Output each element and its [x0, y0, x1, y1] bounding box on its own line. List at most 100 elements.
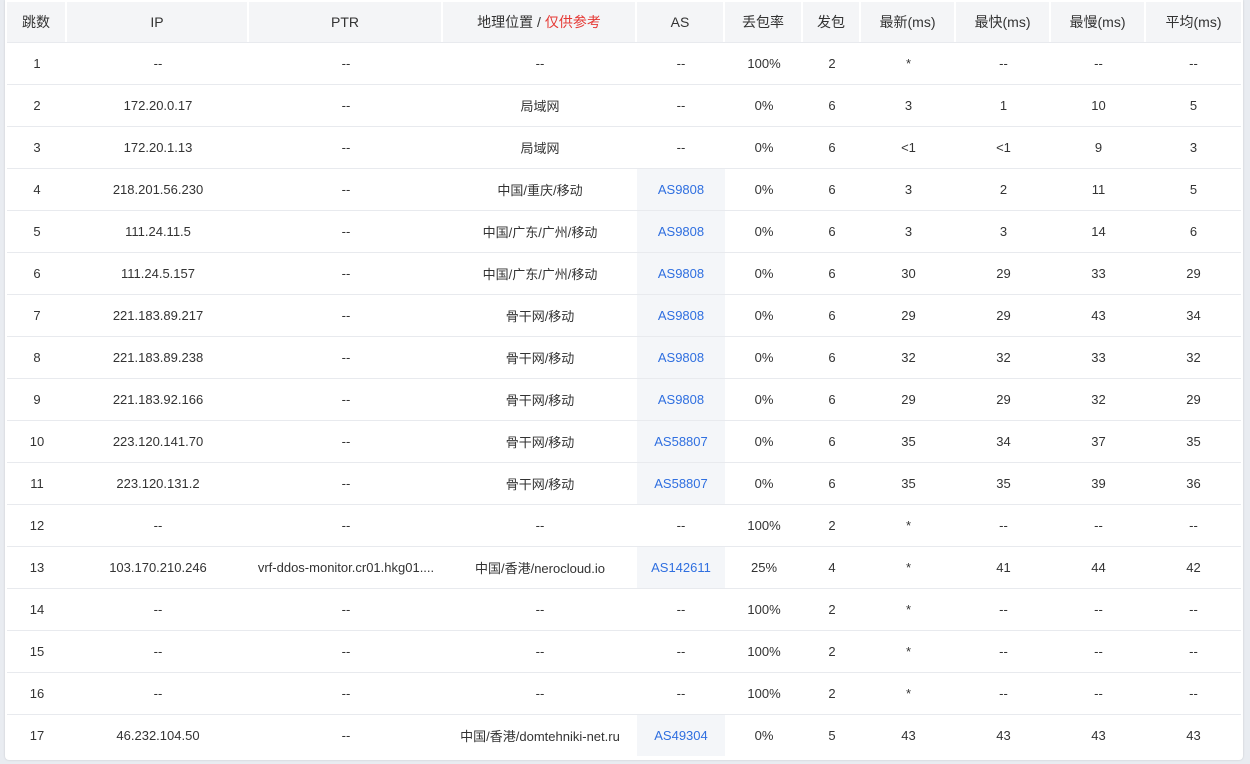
ip-cell: 223.120.131.2	[67, 462, 249, 504]
best-cell: 29	[956, 252, 1051, 294]
worst-cell: --	[1051, 588, 1146, 630]
loss-cell: 0%	[725, 294, 803, 336]
sent-cell: 6	[803, 84, 861, 126]
ip-cell: --	[67, 588, 249, 630]
geo-cell: 骨干网/移动	[443, 294, 637, 336]
as-cell: --	[637, 84, 725, 126]
loss-cell: 0%	[725, 210, 803, 252]
best-cell: --	[956, 672, 1051, 714]
ip-cell: 223.120.141.70	[67, 420, 249, 462]
table-row: 17 46.232.104.50 -- 中国/香港/domtehniki-net.ru…	[7, 714, 1241, 756]
ptr-cell: --	[249, 714, 443, 756]
ptr-cell: --	[249, 378, 443, 420]
as-link[interactable]: AS9808	[637, 294, 725, 336]
sent-cell: 6	[803, 210, 861, 252]
avg-cell: 29	[1146, 252, 1241, 294]
header-best: 最快(ms)	[956, 2, 1051, 42]
loss-cell: 100%	[725, 42, 803, 84]
sent-cell: 6	[803, 126, 861, 168]
geo-cell: 中国/香港/nerocloud.io	[443, 546, 637, 588]
as-link[interactable]: AS9808	[637, 378, 725, 420]
as-link[interactable]: AS49304	[637, 714, 725, 756]
hop-cell: 5	[7, 210, 67, 252]
as-link[interactable]: AS9808	[637, 168, 725, 210]
hop-cell: 16	[7, 672, 67, 714]
last-cell: 29	[861, 294, 956, 336]
ip-cell: 218.201.56.230	[67, 168, 249, 210]
loss-cell: 100%	[725, 504, 803, 546]
as-link[interactable]: AS9808	[637, 252, 725, 294]
worst-cell: 43	[1051, 714, 1146, 756]
as-link[interactable]: AS58807	[637, 462, 725, 504]
header-worst: 最慢(ms)	[1051, 2, 1146, 42]
header-ip: IP	[67, 2, 249, 42]
header-geo-label: 地理位置	[477, 14, 534, 30]
header-geo-separator: /	[533, 14, 545, 30]
ptr-cell: --	[249, 588, 443, 630]
as-link[interactable]: AS9808	[637, 210, 725, 252]
traceroute-results-card: 跳数 IP PTR 地理位置 / 仅供参考 AS 丢包率 发包 最新(ms) 最…	[5, 0, 1243, 760]
as-link[interactable]: AS142611	[637, 546, 725, 588]
loss-cell: 0%	[725, 126, 803, 168]
ip-cell: 111.24.5.157	[67, 252, 249, 294]
last-cell: *	[861, 42, 956, 84]
as-cell: --	[637, 126, 725, 168]
last-cell: 35	[861, 420, 956, 462]
last-cell: 3	[861, 210, 956, 252]
loss-cell: 25%	[725, 546, 803, 588]
geo-cell: --	[443, 672, 637, 714]
worst-cell: 14	[1051, 210, 1146, 252]
ptr-cell: vrf-ddos-monitor.cr01.hkg01....	[249, 546, 443, 588]
geo-cell: 中国/广东/广州/移动	[443, 210, 637, 252]
avg-cell: 5	[1146, 168, 1241, 210]
loss-cell: 100%	[725, 630, 803, 672]
table-row: 14 -- -- -- -- 100% 2 * -- -- --	[7, 588, 1241, 630]
loss-cell: 0%	[725, 462, 803, 504]
worst-cell: 9	[1051, 126, 1146, 168]
ip-cell: 221.183.89.238	[67, 336, 249, 378]
best-cell: 29	[956, 378, 1051, 420]
loss-cell: 0%	[725, 168, 803, 210]
hop-cell: 14	[7, 588, 67, 630]
loss-cell: 100%	[725, 588, 803, 630]
sent-cell: 6	[803, 378, 861, 420]
geo-cell: 中国/广东/广州/移动	[443, 252, 637, 294]
best-cell: <1	[956, 126, 1051, 168]
sent-cell: 6	[803, 168, 861, 210]
worst-cell: 44	[1051, 546, 1146, 588]
ip-cell: 103.170.210.246	[67, 546, 249, 588]
geo-cell: 局域网	[443, 126, 637, 168]
worst-cell: --	[1051, 42, 1146, 84]
avg-cell: 36	[1146, 462, 1241, 504]
header-geo-note: 仅供参考	[544, 14, 601, 30]
last-cell: 3	[861, 84, 956, 126]
table-row: 5 111.24.11.5 -- 中国/广东/广州/移动 AS9808 0% 6 3 3 14 6	[7, 210, 1241, 252]
sent-cell: 4	[803, 546, 861, 588]
ip-cell: --	[67, 504, 249, 546]
ip-cell: 111.24.11.5	[67, 210, 249, 252]
table-row: 11 223.120.131.2 -- 骨干网/移动 AS58807 0% 6 35 35 39 3…	[7, 462, 1241, 504]
avg-cell: 29	[1146, 378, 1241, 420]
avg-cell: 42	[1146, 546, 1241, 588]
as-cell: --	[637, 630, 725, 672]
sent-cell: 6	[803, 336, 861, 378]
as-link[interactable]: AS9808	[637, 336, 725, 378]
avg-cell: 3	[1146, 126, 1241, 168]
loss-cell: 0%	[725, 252, 803, 294]
as-link[interactable]: AS58807	[637, 420, 725, 462]
last-cell: 35	[861, 462, 956, 504]
sent-cell: 5	[803, 714, 861, 756]
hop-cell: 1	[7, 42, 67, 84]
best-cell: 35	[956, 462, 1051, 504]
last-cell: *	[861, 630, 956, 672]
avg-cell: 34	[1146, 294, 1241, 336]
best-cell: --	[956, 630, 1051, 672]
sent-cell: 2	[803, 42, 861, 84]
worst-cell: 33	[1051, 252, 1146, 294]
last-cell: 30	[861, 252, 956, 294]
sent-cell: 6	[803, 294, 861, 336]
geo-cell: 局域网	[443, 84, 637, 126]
sent-cell: 2	[803, 504, 861, 546]
best-cell: --	[956, 588, 1051, 630]
ptr-cell: --	[249, 126, 443, 168]
